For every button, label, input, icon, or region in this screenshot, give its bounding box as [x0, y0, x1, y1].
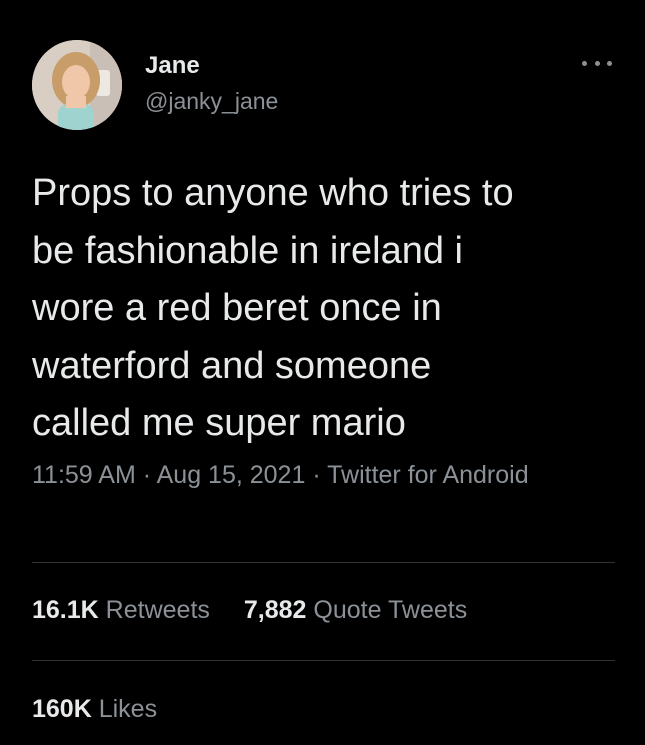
meta-separator: ·	[135, 461, 157, 489]
quote-tweets-label: Quote Tweets	[313, 596, 468, 624]
divider	[32, 562, 615, 563]
likes-stat[interactable]: 160K Likes	[32, 695, 157, 724]
dot	[594, 60, 600, 66]
dot	[607, 60, 612, 66]
quote-tweets-stat[interactable]: 7,882 Quote Tweets	[244, 596, 467, 625]
tweet-source[interactable]: Twitter for Android	[327, 461, 528, 489]
tweet-metadata: 11:59 AM · Aug 15, 2021 · Twitter for An…	[32, 456, 592, 495]
likes-count: 160K	[32, 695, 92, 723]
likes-stats: 160K Likes	[32, 695, 157, 724]
display-name[interactable]: Jane	[145, 52, 200, 80]
likes-label: Likes	[98, 695, 158, 723]
engagement-stats: 16.1K Retweets 7,882 Quote Tweets	[32, 596, 467, 625]
profile-photo-icon	[32, 40, 122, 130]
retweets-stat[interactable]: 16.1K Retweets	[32, 596, 210, 625]
quote-tweets-count: 7,882	[243, 596, 307, 624]
tweet-date[interactable]: Aug 15, 2021	[157, 461, 306, 489]
more-options-icon[interactable]	[582, 56, 612, 70]
retweets-count: 16.1K	[32, 596, 99, 624]
tweet-text: Props to anyone who tries to be fashiona…	[32, 172, 514, 444]
user-handle[interactable]: @janky_jane	[145, 88, 278, 115]
tweet-time[interactable]: 11:59 AM	[32, 461, 136, 489]
meta-separator: ·	[305, 461, 328, 489]
tweet-card: Jane @janky_jane Props to anyone who tri…	[0, 0, 645, 745]
avatar[interactable]	[32, 40, 122, 130]
dot	[582, 60, 587, 66]
retweets-label: Retweets	[105, 596, 210, 624]
divider	[32, 660, 615, 661]
